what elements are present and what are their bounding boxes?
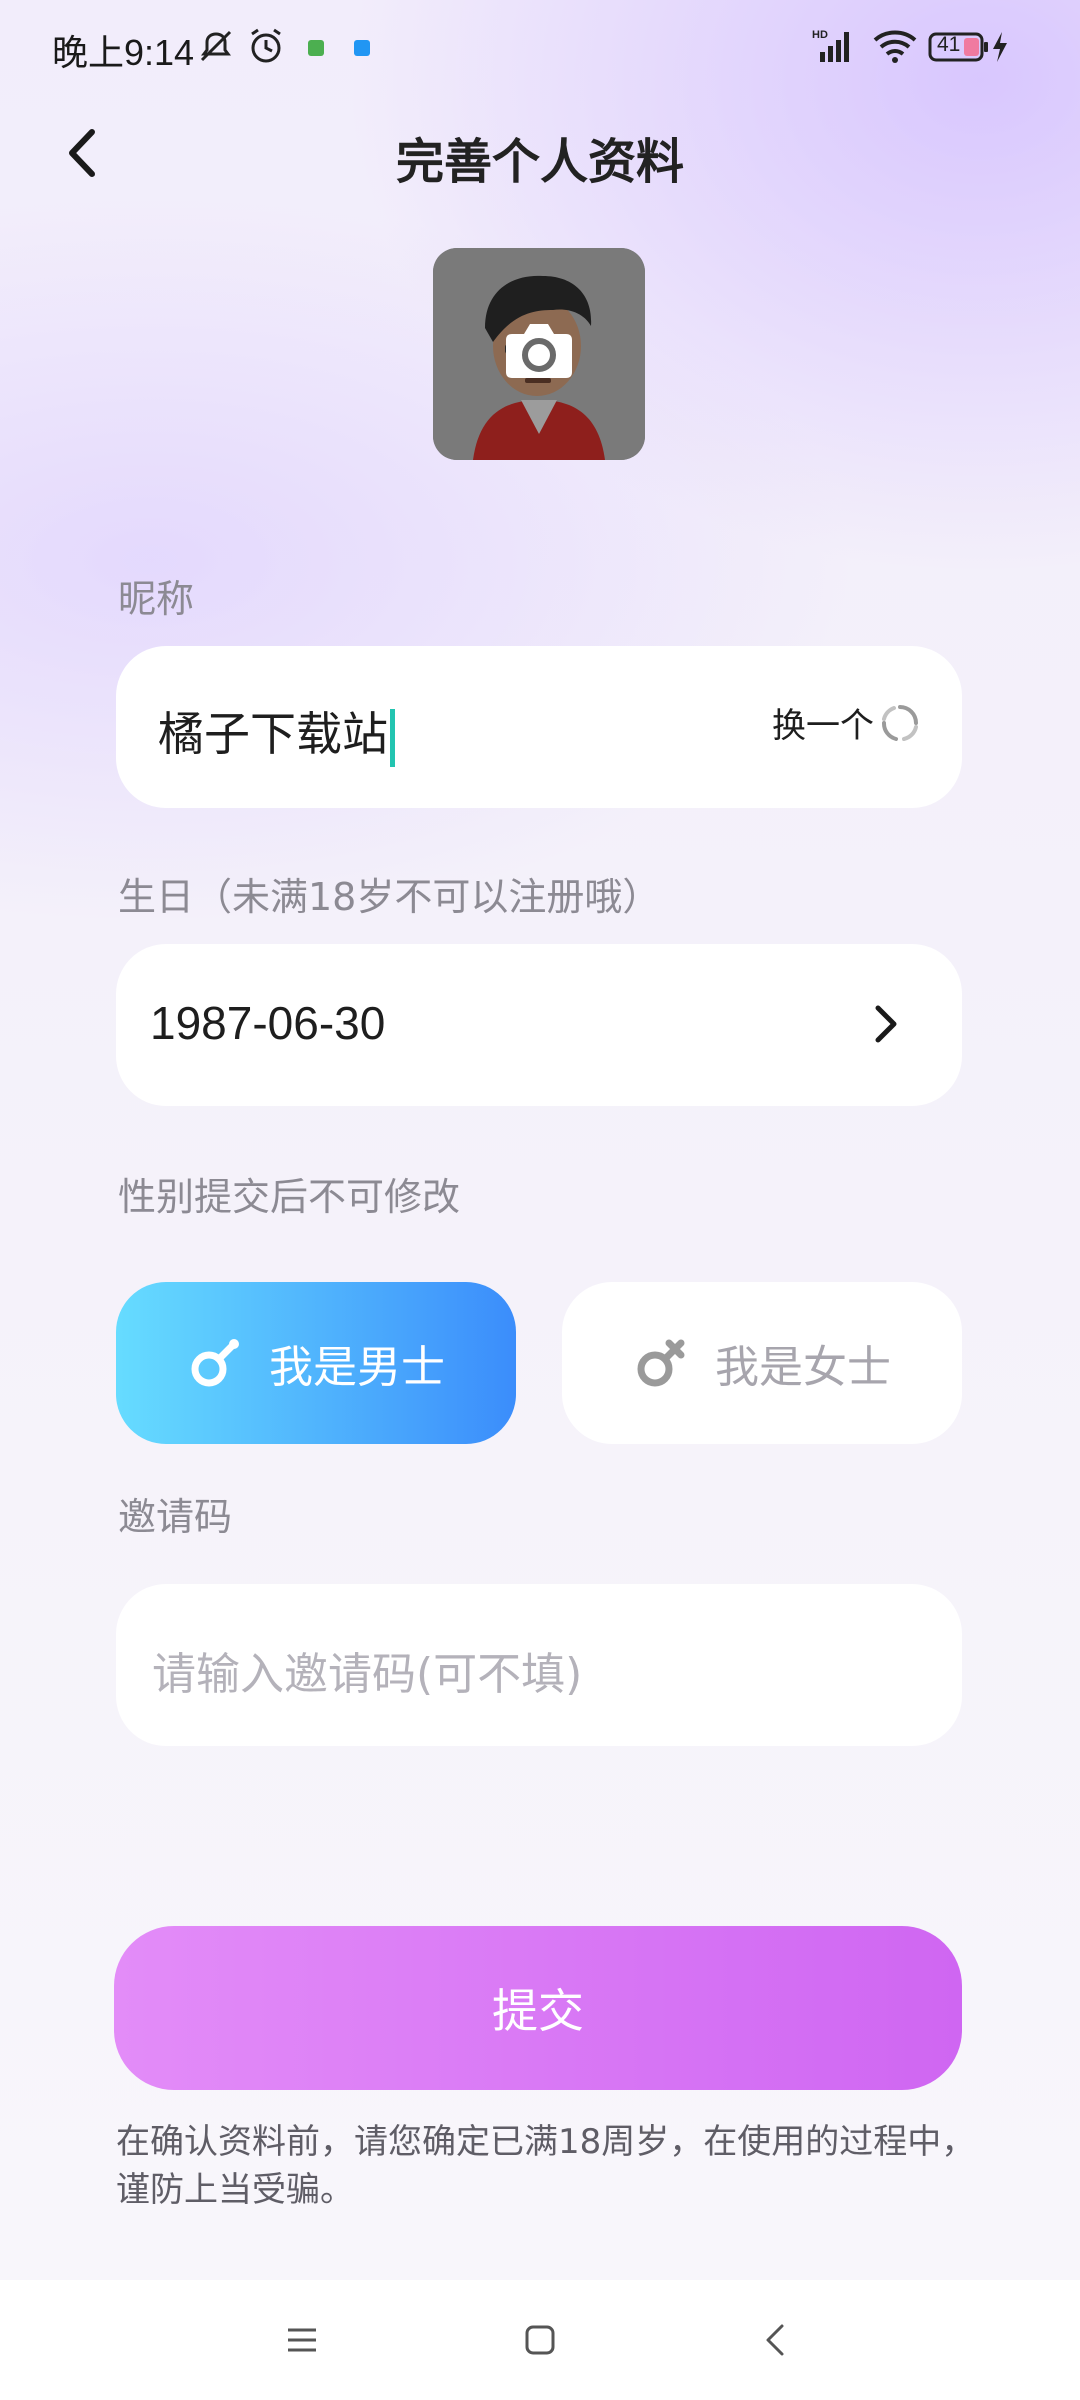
change-nickname-button[interactable]: 换一个: [772, 698, 920, 747]
refresh-icon: [882, 704, 918, 741]
back-nav-button[interactable]: [746, 2310, 806, 2370]
female-option-button[interactable]: 我是女士: [562, 1282, 962, 1444]
male-option-label: 我是男士: [269, 1342, 445, 1393]
app-notification-icon: [306, 38, 326, 62]
page-title: 完善个人资料: [395, 134, 684, 190]
female-symbol-icon: [637, 1339, 685, 1387]
nickname-value: 橘子下载站: [158, 707, 388, 761]
text-caret: [390, 708, 395, 767]
submit-label: 提交: [492, 1984, 584, 2038]
change-nickname-label: 换一个: [772, 706, 874, 746]
home-nav-button[interactable]: [510, 2310, 570, 2370]
submit-button[interactable]: 提交: [114, 1926, 962, 2090]
home-icon: [525, 2325, 555, 2355]
invite-code-input[interactable]: 请输入邀请码(可不填): [116, 1584, 962, 1746]
invite-placeholder: 请输入邀请码(可不填): [152, 1649, 583, 1700]
nickname-field[interactable]: 橘子下载站 换一个: [116, 646, 962, 808]
gender-label: 性别提交后不可修改: [118, 1175, 461, 1219]
wifi-icon: [872, 26, 918, 70]
male-option-button[interactable]: 我是男士: [116, 1282, 516, 1444]
chevron-right-icon: [875, 1005, 897, 1043]
charging-icon: [990, 30, 1010, 68]
back-icon: [766, 2324, 784, 2356]
female-option-label: 我是女士: [715, 1342, 891, 1393]
age-notice: 在确认资料前，请您确定已满18周岁，在使用的过程中，谨防上当受骗。: [116, 2122, 976, 2210]
app-notification-icon: [352, 38, 372, 62]
menu-icon: [288, 2328, 316, 2352]
male-symbol-icon: [191, 1339, 239, 1387]
menu-nav-button[interactable]: [272, 2310, 332, 2370]
mute-icon: [196, 26, 236, 70]
birthday-value: 1987-06-30: [150, 997, 386, 1049]
alarm-icon: [246, 26, 286, 70]
camera-icon: [506, 324, 572, 378]
nickname-value-wrap: 橘子下载站: [158, 698, 395, 767]
status-bar: 晚上9:14 HD 41: [0, 0, 1080, 100]
battery-level: 41: [937, 33, 961, 56]
birthday-picker[interactable]: 1987-06-30: [116, 944, 962, 1106]
birthday-label: 生日（未满18岁不可以注册哦）: [118, 875, 661, 919]
invite-label: 邀请码: [118, 1495, 233, 1539]
status-time: 晚上9:14: [52, 32, 195, 73]
nickname-label: 昵称: [118, 577, 195, 621]
signal-icon: HD: [812, 26, 862, 70]
avatar-upload[interactable]: [433, 248, 645, 460]
svg-text:HD: HD: [812, 29, 828, 41]
